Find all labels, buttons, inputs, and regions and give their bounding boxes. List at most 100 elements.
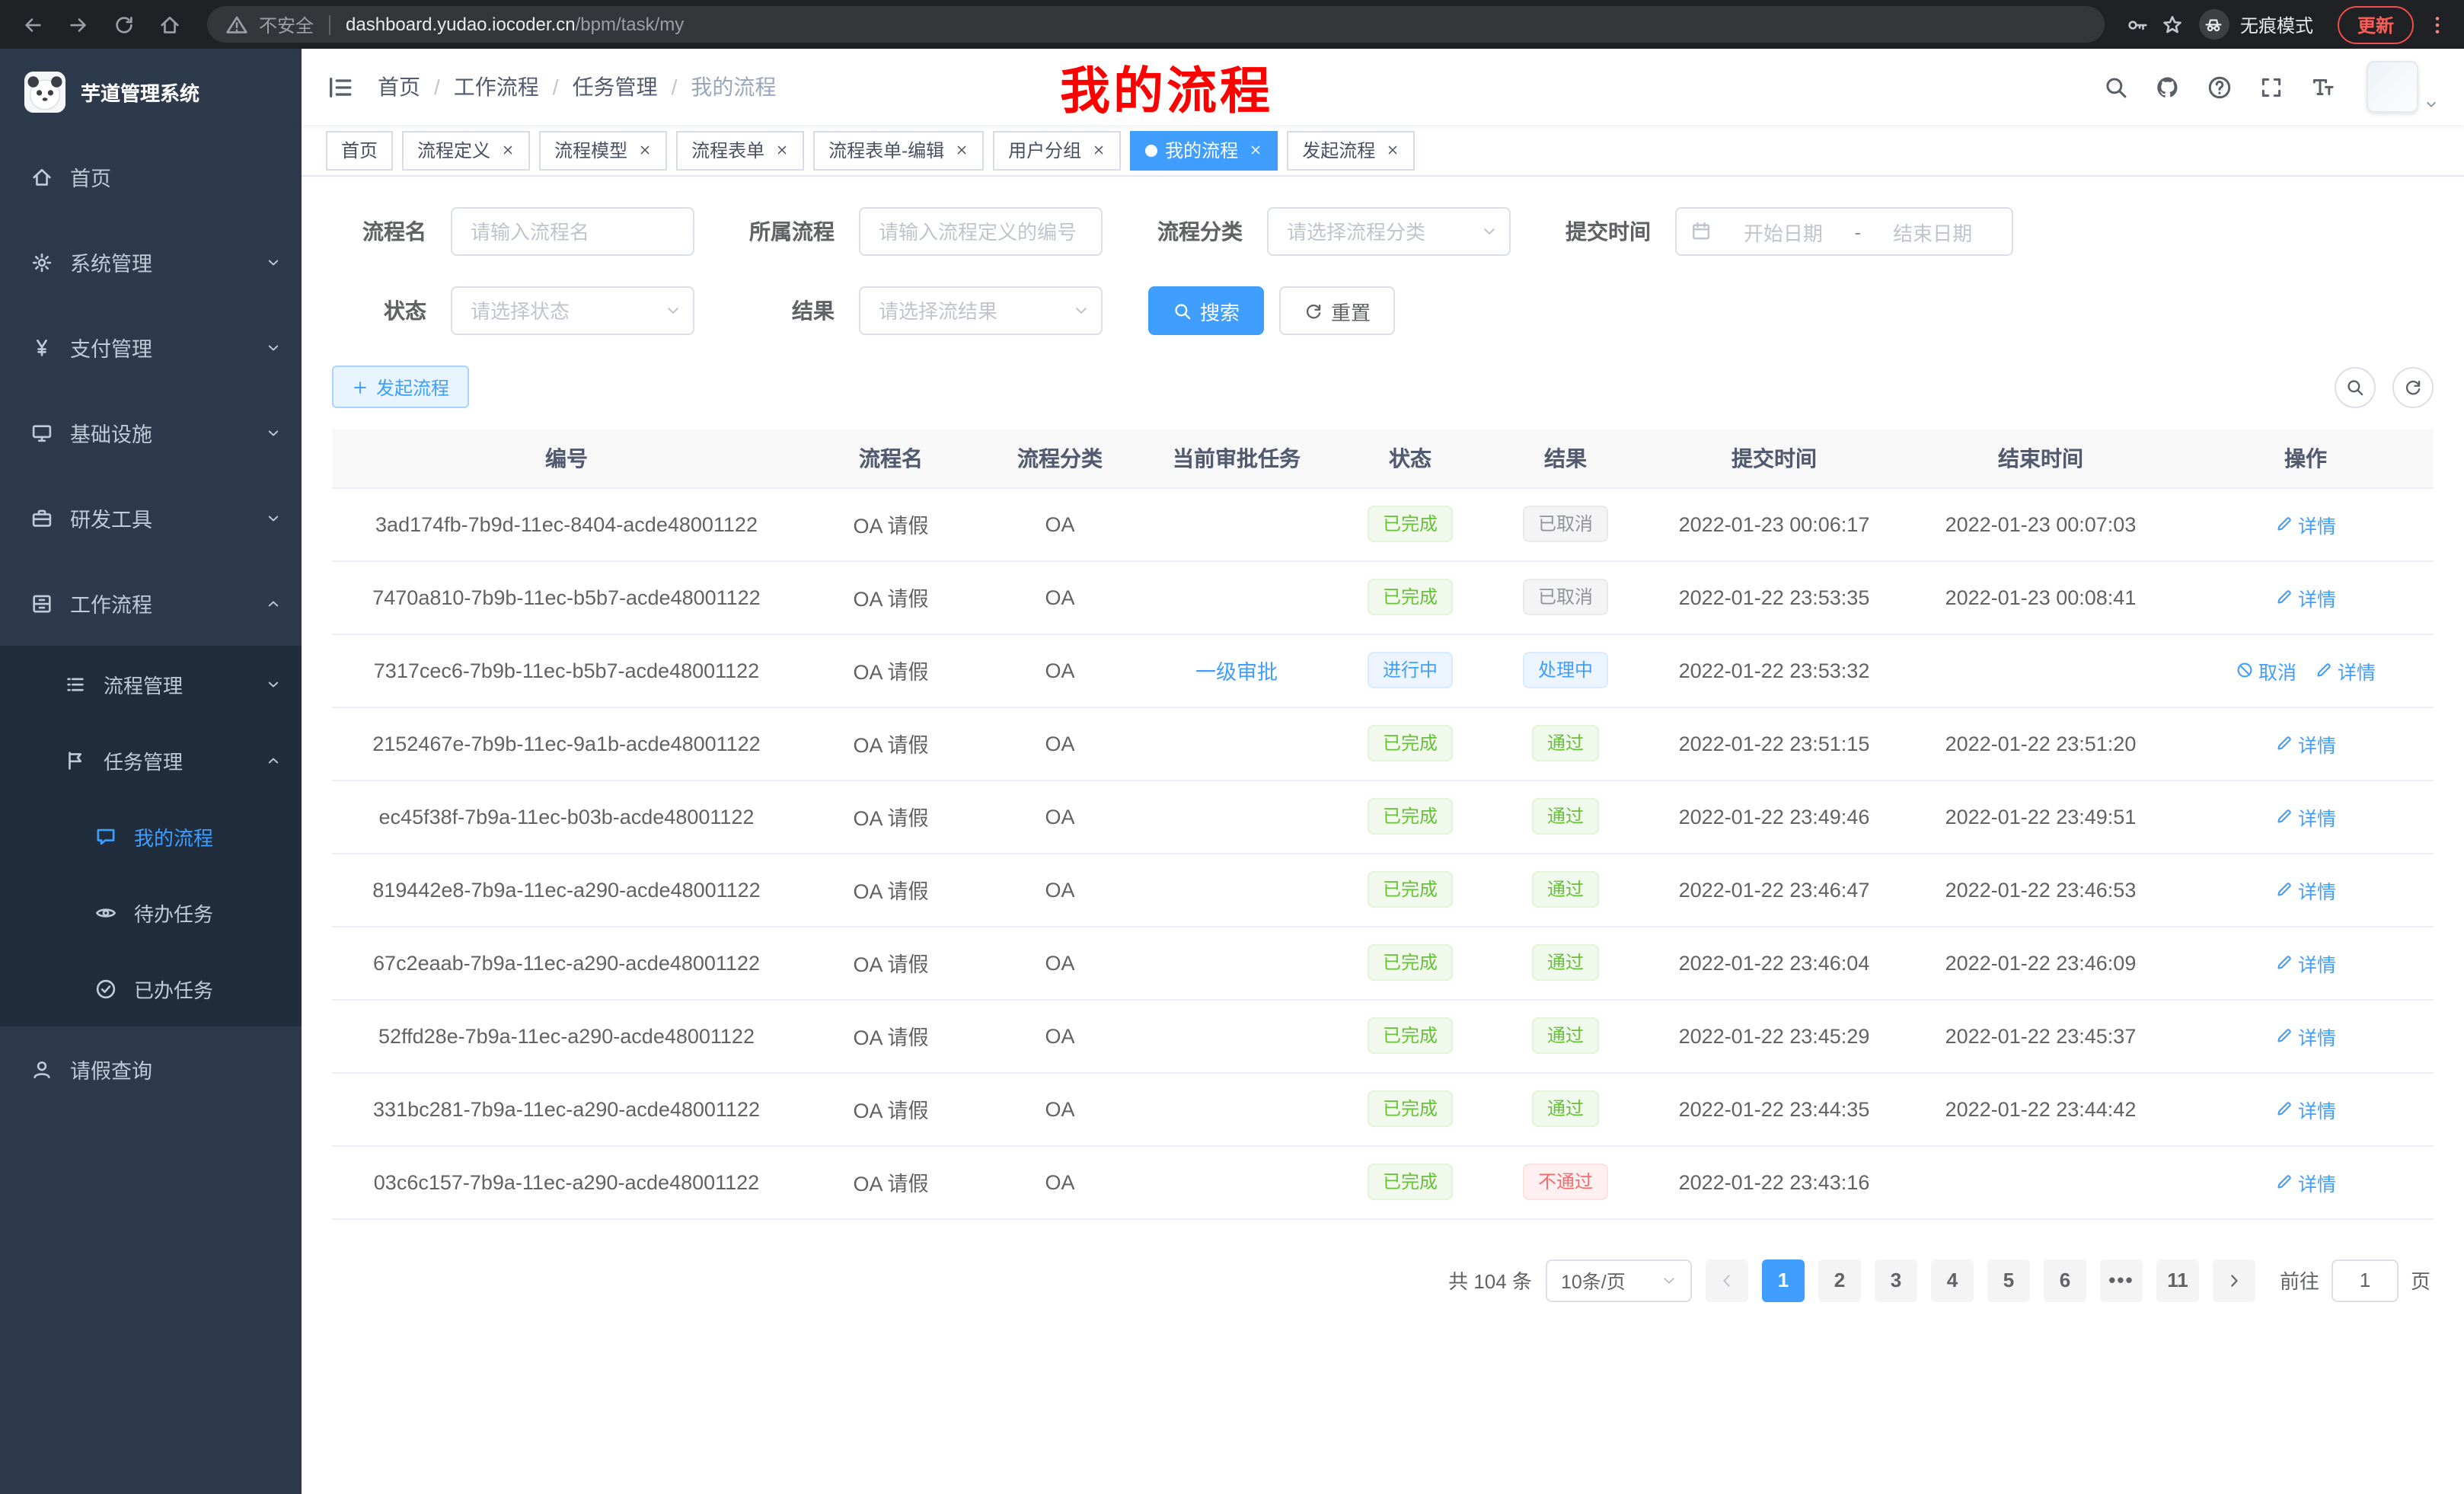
password-key-icon[interactable] [2126,13,2149,36]
edit-icon [2275,734,2293,752]
search-button[interactable]: 搜索 [1148,286,1264,335]
tab-my-process[interactable]: 我的流程 [1130,130,1278,170]
detail-link[interactable]: 详情 [2275,1167,2336,1196]
header-actions [2103,61,2440,113]
bookmark-star-icon[interactable] [2161,13,2184,36]
field-process-name: 流程名 [332,207,694,256]
tab-process-form-edit[interactable]: 流程表单-编辑 [813,130,984,170]
detail-link[interactable]: 详情 [2315,656,2376,685]
page-button-4[interactable]: 4 [1931,1259,1974,1301]
page-button-11[interactable]: 11 [2156,1259,2199,1301]
prev-page-button[interactable] [1706,1259,1748,1301]
browser-home-icon[interactable] [152,8,186,41]
breadcrumb-item[interactable]: 工作流程 [454,72,539,102]
filter-row-2: 状态 结果 搜索 重置 [332,286,2434,335]
detail-link[interactable]: 详情 [2275,948,2336,977]
logo[interactable]: 芋道管理系统 [0,49,302,134]
more-pages-button[interactable]: ••• [2100,1259,2143,1301]
user-menu[interactable] [2367,61,2440,113]
address-divider [329,14,330,34]
sidebar-item-done-tasks[interactable]: 已办任务 [0,950,302,1026]
detail-link[interactable]: 详情 [2275,875,2336,904]
sidebar-item-my-process[interactable]: 我的流程 [0,798,302,874]
tab-process-model[interactable]: 流程模型 [539,130,667,170]
status-select[interactable] [451,286,694,335]
forward-icon[interactable] [61,8,94,41]
page-button-2[interactable]: 2 [1818,1259,1861,1301]
result-select[interactable] [859,286,1103,335]
owner-process-input[interactable] [859,207,1103,256]
avatar[interactable] [2367,61,2418,113]
update-button[interactable]: 更新 [2338,5,2414,43]
close-icon[interactable] [1249,143,1262,157]
search-icon[interactable] [2103,74,2129,100]
sidebar-item-workflow[interactable]: 工作流程 [0,560,302,646]
breadcrumb-item[interactable]: 首页 [378,72,420,102]
page-button-3[interactable]: 3 [1875,1259,1917,1301]
current-task-link[interactable]: 一级审批 [1195,661,1278,684]
page-button-1[interactable]: 1 [1762,1259,1805,1301]
toggle-search-button[interactable] [2335,366,2376,407]
breadcrumb-item[interactable]: 任务管理 [573,72,658,102]
detail-link[interactable]: 详情 [2275,509,2336,538]
github-icon[interactable] [2155,74,2181,100]
reload-icon[interactable] [107,8,140,41]
sidebar-item-task-mgmt[interactable]: 任务管理 [0,722,302,798]
page-button-5[interactable]: 5 [1987,1259,2030,1301]
sidebar-item-leave-query[interactable]: 请假查询 [0,1026,302,1112]
close-icon[interactable] [1092,143,1106,157]
start-process-button[interactable]: 发起流程 [332,366,469,408]
chevron-left-icon [1718,1271,1736,1289]
detail-link[interactable]: 详情 [2275,583,2336,611]
category-select[interactable] [1267,207,1511,256]
page-size-select[interactable]: 10条/页 [1546,1259,1692,1301]
collapse-sidebar-icon[interactable] [326,72,355,101]
process-name-input[interactable] [451,207,694,256]
browser-menu-icon[interactable] [2426,13,2449,36]
process-category: OA [981,1145,1139,1218]
cancel-link[interactable]: 取消 [2236,656,2296,685]
sidebar-item-infrastructure[interactable]: 基础设施 [0,390,302,475]
next-page-button[interactable] [2213,1259,2255,1301]
refresh-table-button[interactable] [2392,366,2434,407]
fullscreen-icon[interactable] [2258,74,2284,100]
close-icon[interactable] [638,143,652,157]
detail-link[interactable]: 详情 [2275,1094,2336,1123]
close-icon[interactable] [501,143,515,157]
chevron-down-icon [1660,1271,1678,1289]
date-range-picker[interactable]: 开始日期 - 结束日期 [1675,207,2013,256]
sidebar-item-system-mgmt[interactable]: 系统管理 [0,219,302,305]
sidebar-item-dev-tools[interactable]: 研发工具 [0,475,302,560]
sidebar-item-todo-tasks[interactable]: 待办任务 [0,874,302,950]
process-id: 3ad174fb-7b9d-11ec-8404-acde48001122 [332,487,801,560]
tab-start-process[interactable]: 发起流程 [1287,130,1415,170]
address-bar[interactable]: 不安全 dashboard.yudao.iocoder.cn/bpm/task/… [207,6,2105,43]
sidebar-item-payment-mgmt[interactable]: 支付管理 [0,305,302,390]
detail-link[interactable]: 详情 [2275,729,2336,758]
reset-button[interactable]: 重置 [1279,286,1395,335]
goto-page-input[interactable] [2332,1259,2399,1301]
status-badge: 已完成 [1368,1017,1453,1054]
sidebar-item-label: 请假查询 [70,1054,152,1084]
edit-icon [2275,807,2293,825]
sidebar-item-home[interactable]: 首页 [0,134,302,219]
detail-link[interactable]: 详情 [2275,1021,2336,1050]
tab-process-form[interactable]: 流程表单 [676,130,804,170]
back-icon[interactable] [15,8,49,41]
breadcrumb-item: 我的流程 [691,72,776,102]
tab-user-group[interactable]: 用户分组 [993,130,1121,170]
close-icon[interactable] [775,143,789,157]
logo-image [24,71,65,112]
help-icon[interactable] [2207,74,2233,100]
sidebar-item-process-mgmt[interactable]: 流程管理 [0,646,302,722]
process-name: OA 请假 [801,487,981,560]
close-icon[interactable] [955,143,969,157]
close-icon[interactable] [1386,143,1400,157]
page-button-6[interactable]: 6 [2044,1259,2086,1301]
tab-process-definition[interactable]: 流程定义 [402,130,530,170]
detail-link[interactable]: 详情 [2275,802,2336,831]
status-badge: 处理中 [1523,652,1608,688]
tab-home[interactable]: 首页 [326,130,393,170]
page-size-label: 10条/页 [1561,1266,1626,1294]
font-size-icon[interactable] [2310,74,2336,100]
